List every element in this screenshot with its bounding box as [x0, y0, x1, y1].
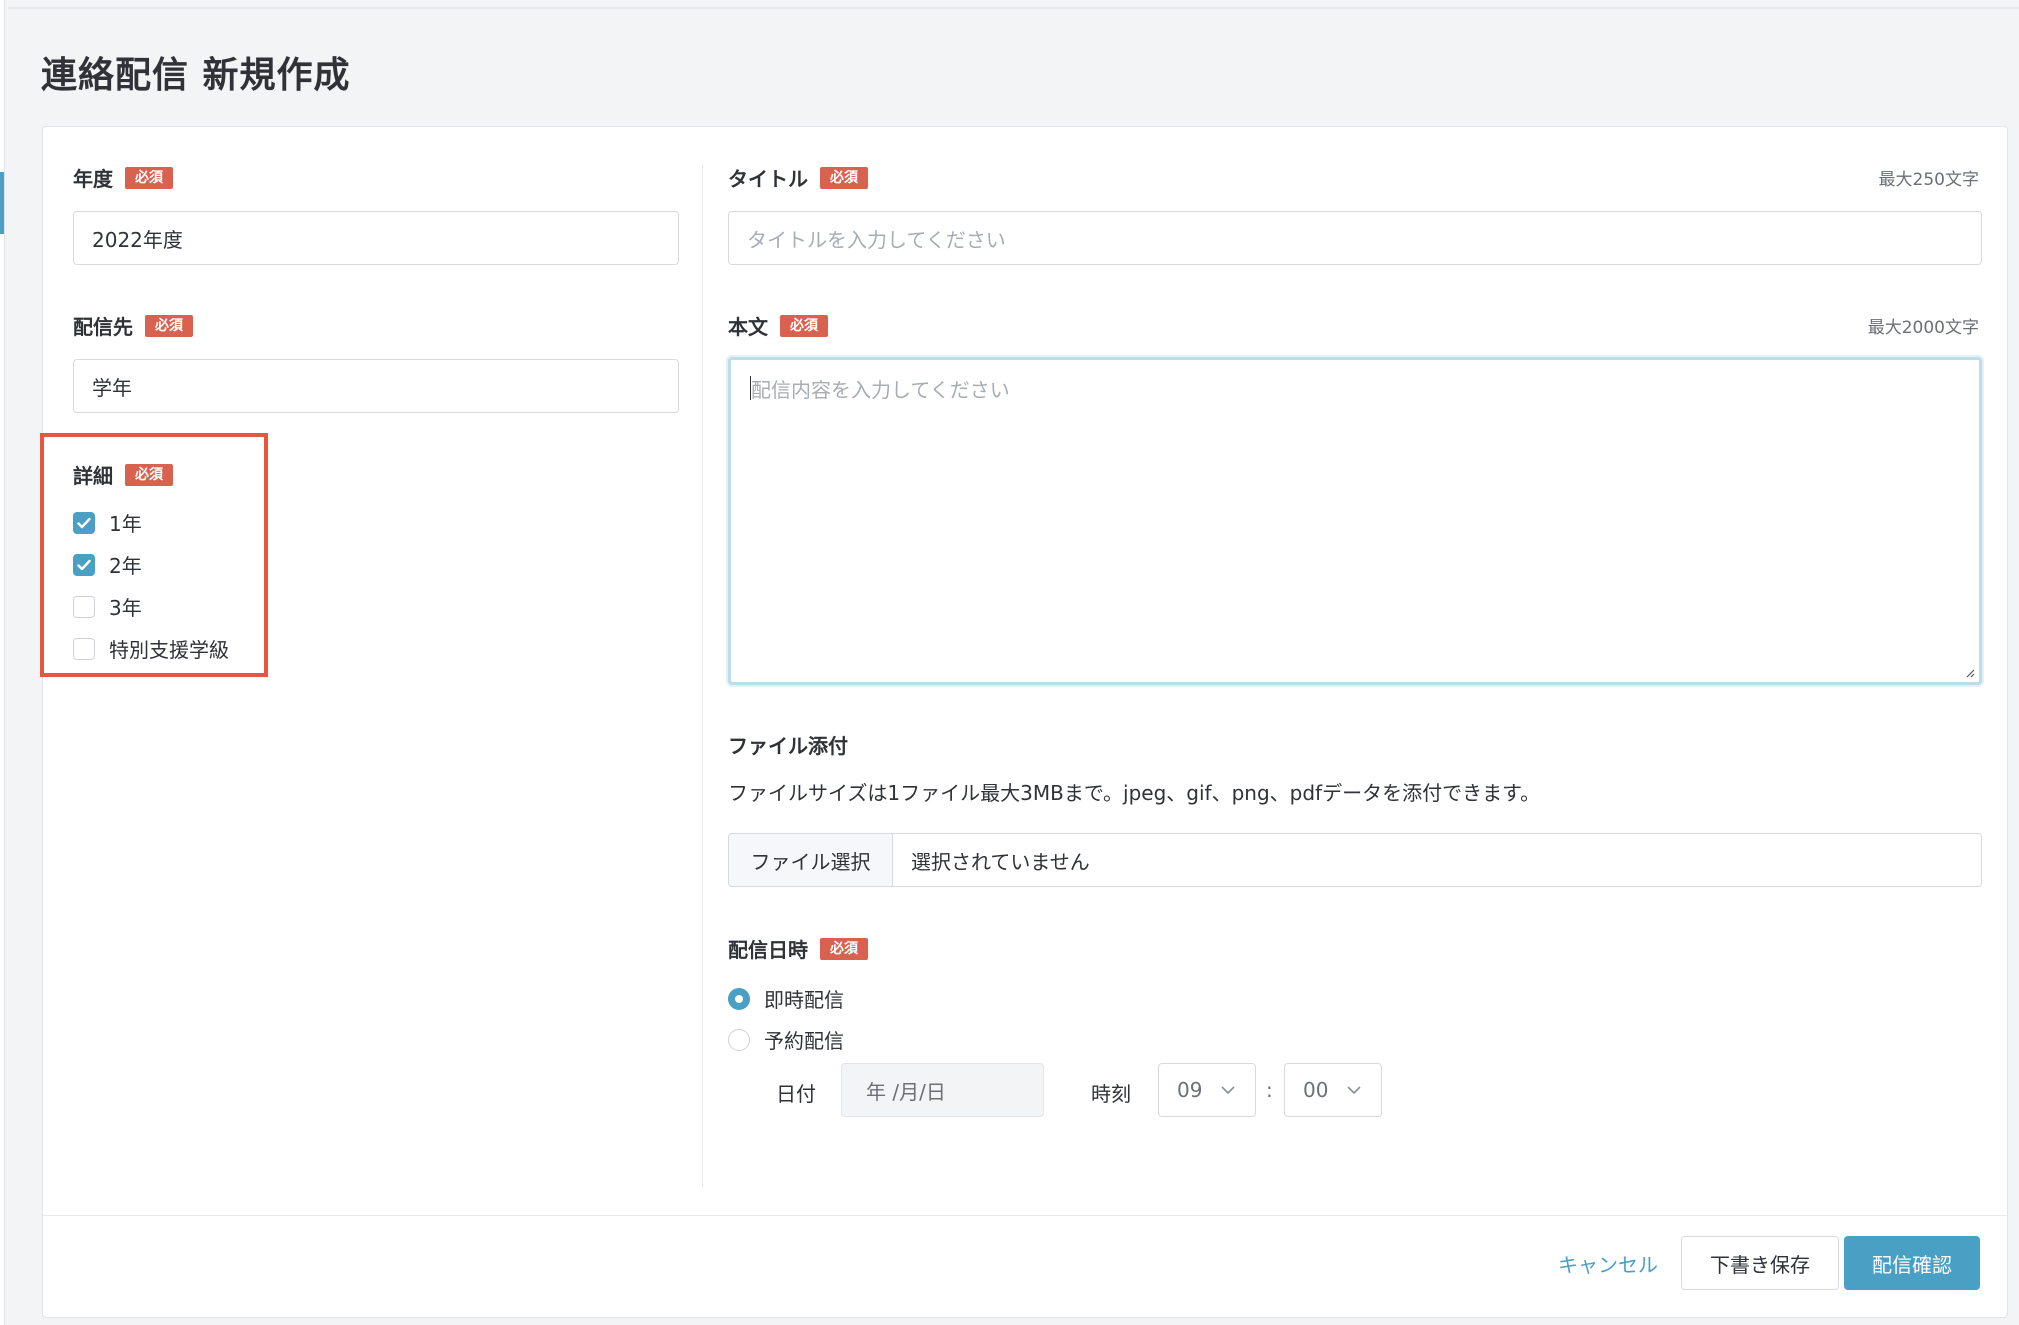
top-divider	[8, 7, 2019, 9]
fiscal-year-label-text: 年度	[73, 167, 113, 191]
footer-divider	[43, 1215, 2007, 1216]
chevron-down-icon	[1221, 1086, 1236, 1095]
save-draft-button[interactable]: 下書き保存	[1681, 1236, 1839, 1290]
required-badge: 必須	[820, 166, 868, 189]
title-label: タイトル 必須	[728, 163, 868, 192]
column-divider	[702, 165, 703, 1187]
fiscal-year-value: 2022年度	[92, 227, 183, 252]
chevron-down-icon	[1347, 1086, 1362, 1095]
radio-selected-icon[interactable]	[728, 987, 750, 1010]
checkbox-unchecked-icon[interactable]	[73, 637, 95, 660]
date-input[interactable]: 年 /月/日	[841, 1063, 1044, 1117]
checkbox-checked-icon[interactable]	[73, 511, 95, 534]
time-label: 時刻	[1091, 1082, 1131, 1106]
attachment-label-text: ファイル添付	[728, 734, 848, 758]
minute-select[interactable]: 00	[1284, 1063, 1382, 1117]
checkbox-checked-icon[interactable]	[73, 553, 95, 576]
attachment-label: ファイル添付	[728, 730, 848, 759]
details-option-2[interactable]: 2年	[73, 550, 142, 579]
schedule-option-label: 即時配信	[764, 988, 844, 1012]
sidebar-edge	[0, 0, 5, 1325]
resize-grip-icon[interactable]	[1963, 666, 1975, 678]
confirm-delivery-button[interactable]: 配信確認	[1844, 1236, 1980, 1290]
fiscal-year-label: 年度 必須	[73, 163, 173, 192]
schedule-label: 配信日時 必須	[728, 934, 868, 963]
required-badge: 必須	[820, 937, 868, 960]
details-label-text: 詳細	[73, 464, 113, 488]
required-badge: 必須	[780, 314, 828, 337]
time-separator: :	[1266, 1078, 1273, 1102]
details-option-label: 3年	[109, 596, 142, 620]
form-card: 年度 必須 2022年度 配信先 必須 学年 詳細 必須 1年 2年 3年 特別…	[40, 126, 2008, 1318]
details-label: 詳細 必須	[73, 460, 173, 489]
details-option-1[interactable]: 1年	[73, 508, 142, 537]
schedule-option-label: 予約配信	[764, 1029, 844, 1053]
body-label: 本文 必須	[728, 311, 828, 340]
cancel-button[interactable]: キャンセル	[1541, 1236, 1675, 1290]
attachment-description: ファイルサイズは1ファイル最大3MBまで。jpeg、gif、png、pdfデータ…	[728, 781, 1541, 805]
destination-select[interactable]: 学年	[73, 359, 679, 413]
radio-unselected-icon[interactable]	[728, 1028, 750, 1051]
details-option-4[interactable]: 特別支援学級	[73, 634, 229, 663]
required-badge: 必須	[125, 166, 173, 189]
body-char-limit: 最大2000文字	[1867, 318, 1979, 338]
required-badge: 必須	[145, 314, 193, 337]
details-option-label: 特別支援学級	[109, 638, 229, 662]
schedule-option-reserved[interactable]: 予約配信	[728, 1025, 844, 1054]
date-placeholder: 年 /月/日	[866, 1079, 946, 1104]
title-input[interactable]: タイトルを入力してください	[728, 211, 1982, 265]
sidebar-active-indicator	[0, 172, 4, 234]
schedule-label-text: 配信日時	[728, 938, 808, 962]
body-placeholder: 配信内容を入力してください	[751, 378, 1010, 402]
required-badge: 必須	[125, 463, 173, 486]
checkbox-unchecked-icon[interactable]	[73, 595, 95, 618]
file-status-text: 選択されていません	[911, 849, 1090, 874]
body-textarea[interactable]: 配信内容を入力してください	[728, 357, 1982, 685]
file-select-button[interactable]: ファイル選択	[729, 834, 893, 886]
destination-label: 配信先 必須	[73, 311, 193, 340]
body-label-text: 本文	[728, 315, 768, 339]
hour-select[interactable]: 09	[1158, 1063, 1256, 1117]
details-option-label: 2年	[109, 554, 142, 578]
minute-value: 00	[1303, 1078, 1329, 1102]
title-char-limit: 最大250文字	[1878, 170, 1979, 190]
details-option-3[interactable]: 3年	[73, 592, 142, 621]
title-label-text: タイトル	[728, 167, 808, 191]
file-input[interactable]: ファイル選択 選択されていません	[728, 833, 1982, 887]
title-placeholder: タイトルを入力してください	[747, 227, 1006, 252]
schedule-option-immediate[interactable]: 即時配信	[728, 984, 844, 1013]
destination-label-text: 配信先	[73, 315, 133, 339]
destination-value: 学年	[92, 375, 132, 400]
page-title: 連絡配信 新規作成	[41, 55, 351, 96]
hour-value: 09	[1177, 1078, 1203, 1102]
details-option-label: 1年	[109, 512, 142, 536]
fiscal-year-select[interactable]: 2022年度	[73, 211, 679, 265]
date-label: 日付	[776, 1082, 816, 1106]
